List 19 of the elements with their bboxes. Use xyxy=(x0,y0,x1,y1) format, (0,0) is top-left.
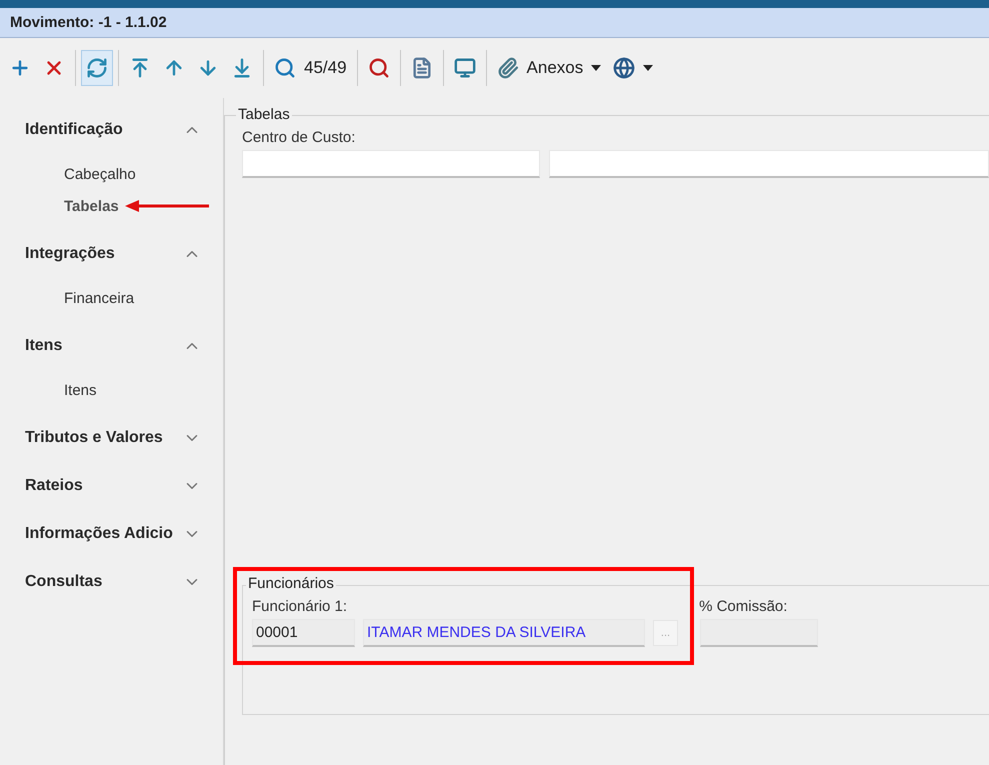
sidebar-item[interactable]: Cabeçalho xyxy=(64,166,136,182)
input-field[interactable]: 00001 xyxy=(252,619,355,647)
search-button[interactable]: 45/49 xyxy=(269,50,352,86)
window-title: Movimento: -1 - 1.1.02 xyxy=(0,8,989,38)
field-label: Funcionário 1: xyxy=(252,598,348,615)
attach-button[interactable]: Anexos xyxy=(492,50,606,86)
field-label: % Comissão: xyxy=(699,598,788,615)
sidebar-section-header[interactable]: Rateios xyxy=(0,462,223,510)
field-label: Centro de Custo: xyxy=(242,129,356,146)
sidebar-item[interactable]: Itens xyxy=(64,382,97,398)
sidebar-item[interactable]: Financeira xyxy=(64,290,134,306)
sidebar-item[interactable]: Tabelas xyxy=(64,198,119,214)
sidebar-section-header[interactable]: Tributos e Valores xyxy=(0,414,223,462)
sidebar-section-header[interactable]: Consultas xyxy=(0,558,223,606)
sidebar-section-header[interactable]: Identificação xyxy=(0,106,223,154)
sidebar-section-header[interactable]: Informações Adicio xyxy=(0,510,223,558)
input-field[interactable]: ITAMAR MENDES DA SILVEIRA xyxy=(363,619,645,647)
sidebar-section-header[interactable]: Integrações xyxy=(0,230,223,278)
sidebar-section-header[interactable]: Itens xyxy=(0,322,223,370)
